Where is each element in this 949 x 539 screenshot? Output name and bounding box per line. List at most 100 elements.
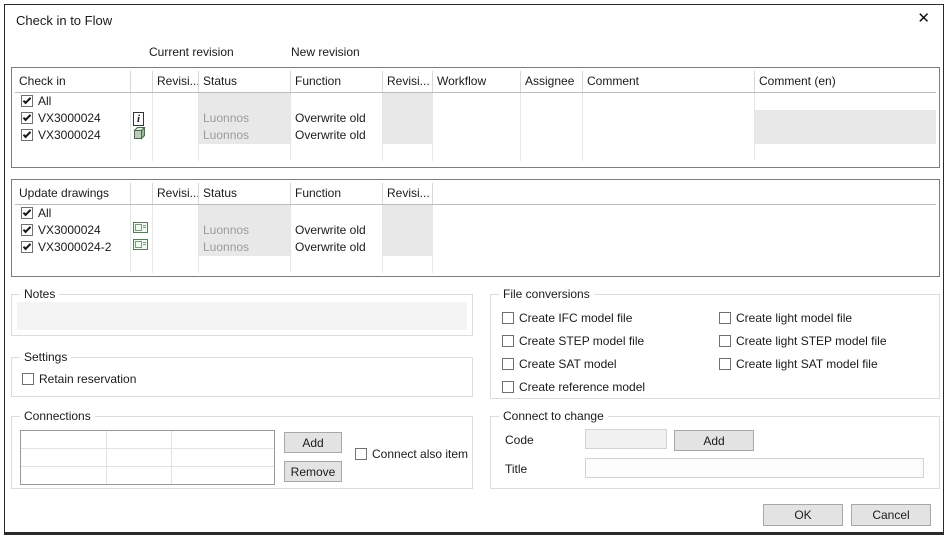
connections-label: Connections	[20, 409, 95, 423]
settings-group: Settings Retain reservation	[11, 357, 473, 397]
function-cell: Overwrite old	[291, 222, 383, 239]
table-row[interactable]: VX3000024 Luonnos Overwrite old	[15, 222, 936, 239]
table-row-empty	[15, 256, 936, 273]
current-revision-label: Current revision	[149, 45, 234, 59]
checkbox-create-light-step-model-file[interactable]	[719, 335, 731, 347]
row-label-cell: All	[15, 93, 131, 110]
column-header-revision: Revisi...	[153, 71, 199, 92]
empty-cell	[131, 144, 153, 161]
retain-reservation-option: Retain reservation	[20, 372, 136, 386]
table-row[interactable]: All	[15, 93, 936, 110]
table-row[interactable]: VX3000024 i Luonnos Overwrite old	[15, 110, 936, 127]
checkbox-create-light-model-file[interactable]	[719, 312, 731, 324]
comment-cell	[583, 93, 755, 110]
checkbox-create-light-sat-model-file[interactable]	[719, 358, 731, 370]
close-icon[interactable]: ✕	[917, 11, 930, 27]
grid-line	[21, 448, 274, 449]
row-checkbox[interactable]	[21, 207, 33, 219]
column-header-checkin: Check in	[15, 71, 131, 92]
column-header-status: Status	[199, 71, 291, 92]
title-label: Title	[505, 462, 527, 476]
comment-cell	[583, 127, 755, 144]
option-label: Create reference model	[519, 380, 645, 394]
check-icon	[23, 113, 31, 121]
workflow-cell	[433, 110, 521, 127]
function-cell: Overwrite old	[291, 110, 383, 127]
option-label: Create IFC model file	[519, 311, 632, 325]
row-label-cell: All	[15, 205, 131, 222]
connections-remove-button[interactable]: Remove	[284, 461, 342, 482]
title-input[interactable]	[585, 458, 924, 478]
cancel-button[interactable]: Cancel	[851, 504, 931, 526]
comment-en-cell	[755, 110, 936, 127]
row-icon-cell	[131, 239, 153, 256]
update-drawings-table: Update drawings Revisi... Status Functio…	[11, 179, 940, 277]
table-row[interactable]: All	[15, 205, 936, 222]
checkbox-create-reference-model[interactable]	[502, 381, 514, 393]
revision-cell	[153, 127, 199, 144]
row-label: All	[38, 94, 51, 108]
connect-also-item-label: Connect also item	[372, 447, 468, 461]
column-header-icon	[131, 71, 153, 92]
checkbox-connect-also-item[interactable]	[355, 448, 367, 460]
workflow-cell	[433, 127, 521, 144]
revision-cell	[153, 205, 199, 222]
change-add-button[interactable]: Add	[674, 430, 754, 451]
create-reference-option: Create reference model	[500, 380, 645, 394]
notes-area	[17, 302, 467, 330]
column-header-new-revision: Revisi...	[383, 183, 433, 204]
retain-reservation-label: Retain reservation	[39, 372, 136, 386]
revision-cell	[153, 110, 199, 127]
notes-label: Notes	[20, 287, 59, 301]
table-row[interactable]: VX3000024 Luonnos Overwrite old	[15, 127, 936, 144]
empty-cell	[383, 256, 433, 273]
status-cell	[199, 93, 291, 110]
checkbox-retain-reservation[interactable]	[22, 373, 34, 385]
workflow-cell	[433, 93, 521, 110]
status-cell: Luonnos	[199, 239, 291, 256]
status-cell: Luonnos	[199, 127, 291, 144]
option-label: Create light SAT model file	[736, 357, 878, 371]
ok-button[interactable]: OK	[763, 504, 843, 526]
row-label: VX3000024	[38, 128, 101, 142]
row-filler	[433, 205, 936, 222]
connections-list[interactable]	[20, 430, 275, 485]
code-label: Code	[505, 433, 534, 447]
file-conversions-label: File conversions	[499, 287, 594, 301]
create-light-step-option: Create light STEP model file	[717, 334, 887, 348]
empty-cell	[755, 144, 936, 161]
title-bar[interactable]: Check in to Flow ✕	[5, 5, 943, 35]
row-checkbox[interactable]	[21, 241, 33, 253]
new-revision-cell	[383, 222, 433, 239]
settings-label: Settings	[20, 350, 71, 364]
status-cell	[199, 205, 291, 222]
checkbox-create-step-model-file[interactable]	[502, 335, 514, 347]
row-checkbox[interactable]	[21, 112, 33, 124]
empty-cell	[15, 144, 131, 161]
table-row[interactable]: VX3000024-2 Luonnos Overwrite old	[15, 239, 936, 256]
empty-cell	[153, 256, 199, 273]
connect-to-change-group: Connect to change Code Add Title	[490, 416, 940, 489]
row-label: VX3000024-2	[38, 240, 111, 254]
status-cell: Luonnos	[199, 110, 291, 127]
header-filler	[433, 183, 936, 204]
create-sat-option: Create SAT model	[500, 357, 617, 371]
assignee-cell	[521, 110, 583, 127]
column-header-new-revision: Revisi...	[383, 71, 433, 92]
connections-add-button[interactable]: Add	[284, 432, 342, 453]
row-checkbox[interactable]	[21, 95, 33, 107]
row-icon-cell	[131, 205, 153, 222]
checkbox-create-ifc-model-file[interactable]	[502, 312, 514, 324]
connections-group: Connections Add Remove Connect also item	[11, 416, 473, 489]
row-label: All	[38, 206, 51, 220]
column-header-comment: Comment	[583, 71, 755, 92]
comment-en-cell	[755, 127, 936, 144]
row-checkbox[interactable]	[21, 129, 33, 141]
row-checkbox[interactable]	[21, 224, 33, 236]
new-revision-cell	[383, 205, 433, 222]
drawing-icon	[133, 222, 148, 233]
checkbox-create-sat-model[interactable]	[502, 358, 514, 370]
connect-to-change-label: Connect to change	[499, 409, 608, 423]
code-input[interactable]	[585, 429, 667, 449]
function-cell: Overwrite old	[291, 127, 383, 144]
